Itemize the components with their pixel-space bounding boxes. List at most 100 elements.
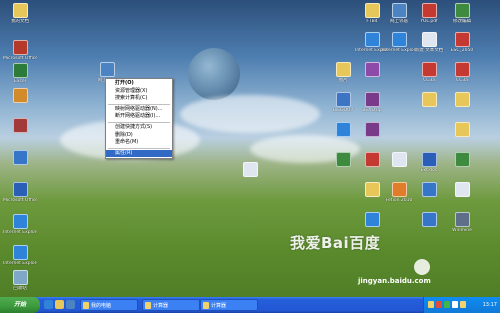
desktop-icon[interactable] [412,182,446,198]
desktop-icon[interactable] [355,212,389,228]
context-menu-item[interactable]: 搜索计算机(C) [106,95,172,103]
context-menu-item[interactable]: 创建快捷方式(S) [106,124,172,132]
desktop-icon[interactable]: Excel [3,63,37,84]
desktop-icon[interactable]: CC3a [412,62,446,83]
desktop-icon[interactable]: 我的文档 [3,3,37,24]
desktop-icon[interactable]: Fetion 2010 [382,182,416,203]
clock: 13:17 [482,302,497,308]
desktop-icon-glyph-icon [421,3,437,18]
desktop-icon[interactable]: BEXEtup [355,92,389,113]
desktop-icon[interactable] [445,92,479,108]
desktop-icon[interactable]: Internet Explorer [3,245,37,266]
desktop-icon-glyph-icon [364,62,380,77]
desktop-icon[interactable]: CC3a [445,62,479,83]
desktop-icon-label: BEXEtup [362,108,382,113]
desktop-icon-glyph-icon [421,182,437,197]
ie-quicklaunch-icon[interactable] [44,300,53,309]
window-icon [145,302,151,309]
desktop-icon-label: 我的文档 [11,19,29,24]
desktop-icon[interactable]: 新建 文本文档 [412,32,446,53]
desktop-icon-label: CC3a [423,78,435,83]
taskbar: 开始 我的电脑 计算器 计算器 13:17 [0,297,500,313]
desktop-quicklaunch-icon[interactable] [66,300,75,309]
desktop-icon[interactable]: Microsoft Office W [3,182,37,203]
desktop-icon-glyph-icon [12,214,28,229]
desktop-icon[interactable] [445,182,479,198]
context-menu-item[interactable]: 重命名(M) [106,139,172,147]
menu-separator [108,121,170,123]
desktop-icon-label: 回收站 [13,286,27,291]
desktop-icon[interactable]: Microsoft Office A [3,40,37,61]
tray-icon[interactable] [428,301,434,308]
desktop-icon-glyph-icon [421,92,437,107]
context-menu-item[interactable]: 属性(R) [106,149,172,158]
baidu-paw-icon [414,259,430,275]
desktop-icon-glyph-icon [242,162,258,177]
taskbar-window-button[interactable]: 计算器 [200,299,258,311]
desktop-icon-glyph-icon [421,212,437,227]
desktop-icon-glyph-icon [454,92,470,107]
tray-icon[interactable] [452,301,458,308]
desktop-icon[interactable] [3,88,37,104]
desktop-icon-glyph-icon [335,122,351,137]
desktop-icon[interactable]: ESC_2050 [445,32,479,53]
desktop-icon-label: Microsoft Office A [3,56,37,61]
desktop-icon-glyph-icon [12,245,28,260]
desktop-icon[interactable]: Internet Explorer [3,214,37,235]
taskbar-window-label: 我的电脑 [91,303,112,309]
desktop-icon[interactable] [233,162,267,178]
desktop-icon-label: Excel [14,79,26,84]
watermark-url: jingyan.baidu.com [358,277,431,285]
desktop-icon-glyph-icon [335,92,351,107]
desktop-icon-glyph-icon [364,92,380,107]
desktop-icon[interactable] [355,62,389,78]
desktop-icon[interactable] [445,152,479,168]
desktop-icon[interactable] [3,150,37,166]
desktop-icon[interactable]: 网上邻居 [382,3,416,24]
tray-icon[interactable] [436,301,442,308]
tray-icon[interactable] [444,301,450,308]
desktop-icon-glyph-icon [454,32,470,47]
system-tray: 13:17 [423,297,500,313]
desktop-icon-glyph-icon [12,63,28,78]
desktop-icon[interactable]: Winmine [445,212,479,233]
taskbar-window-button[interactable]: 计算器 [142,299,200,311]
desktop-icon-label: Internet Explorer [382,48,416,53]
tray-icon[interactable] [460,301,466,308]
media-quicklaunch-icon[interactable] [55,300,64,309]
desktop-icon-glyph-icon [364,122,380,137]
window-icon [203,302,209,309]
desktop-icon-glyph-icon [454,3,470,18]
desktop[interactable]: 我的文档 Microsoft Office A Excel Microsoft Off… [0,0,500,313]
start-button[interactable]: 开始 [0,297,40,313]
context-menu-item[interactable]: 打开(O) [106,80,172,88]
desktop-icon[interactable] [3,118,37,134]
desktop-icon-glyph-icon [364,3,380,18]
desktop-icon-glyph-icon [12,88,28,103]
desktop-icon-label: Winmine [452,228,472,233]
desktop-icon[interactable] [355,122,389,138]
desktop-icon-glyph-icon [421,152,437,167]
desktop-icon[interactable]: Ext.doc [412,152,446,173]
desktop-icon-glyph-icon [454,212,470,227]
desktop-icon-label: Ext.doc [420,168,438,173]
menu-separator [108,103,170,105]
desktop-icon[interactable]: YOL.pdf [412,3,446,24]
context-menu-item[interactable]: 断开网络驱动器(I)... [106,113,172,121]
taskbar-window-button[interactable]: 我的电脑 [80,299,138,311]
desktop-icon-glyph-icon [12,3,28,18]
desktop-icon-label: Internet Explorer [3,261,37,266]
desktop-icon-glyph-icon [391,3,407,18]
desktop-icon-glyph-icon [391,32,407,47]
desktop-icon[interactable] [445,122,479,138]
desktop-icon-glyph-icon [12,40,28,55]
desktop-icon[interactable]: 回收站 [3,270,37,291]
desktop-icon[interactable]: Internet Explorer [382,32,416,53]
desktop-icon[interactable] [382,152,416,168]
desktop-icon-glyph-icon [454,152,470,167]
desktop-icon-label: 网上邻居 [390,19,408,24]
desktop-icon-glyph-icon [364,212,380,227]
desktop-icon[interactable]: 修改编辑 [445,3,479,24]
desktop-icon[interactable] [412,212,446,228]
desktop-icon[interactable] [412,92,446,108]
